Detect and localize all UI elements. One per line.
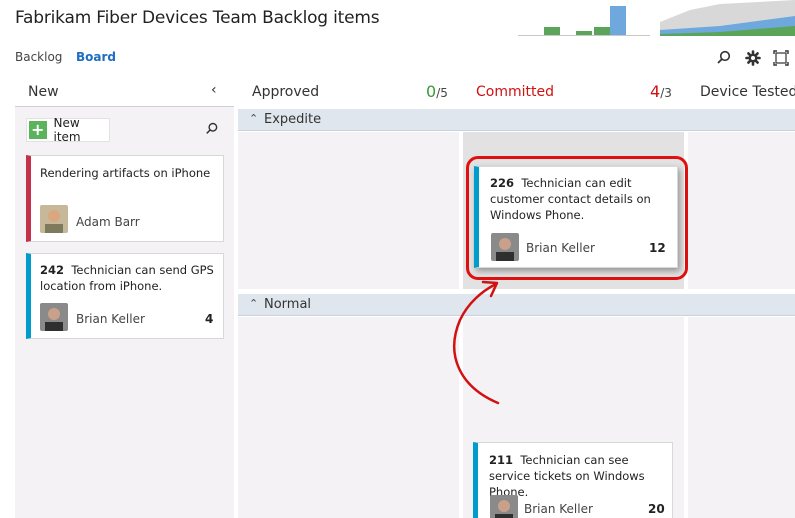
- wip-count-value: 4: [650, 82, 661, 101]
- new-item-button[interactable]: + New item: [26, 116, 110, 144]
- card-title-text: Technician can edit customer contact det…: [490, 176, 651, 222]
- work-item-card[interactable]: Rendering artifacts on iPhone Adam Barr: [26, 155, 224, 242]
- avatar: [491, 233, 519, 261]
- avatar: [490, 495, 518, 518]
- new-item-label: New item: [53, 116, 81, 144]
- velocity-bar: [610, 6, 626, 36]
- column-header-new: New: [28, 84, 59, 100]
- swimlane-label-expedite: Expedite: [264, 112, 322, 127]
- card-title: 242 Technician can send GPS location fro…: [40, 262, 220, 294]
- search-icon[interactable]: [205, 122, 219, 136]
- assignee-name: Brian Keller: [76, 312, 145, 326]
- avatar: [40, 303, 68, 331]
- cfd-mini-chart[interactable]: [660, 0, 795, 36]
- gear-icon[interactable]: [745, 50, 761, 66]
- swimlane-label-normal: Normal: [264, 297, 312, 312]
- tab-board[interactable]: Board: [76, 50, 116, 64]
- card-title: 211 Technician can see service tickets o…: [489, 452, 669, 500]
- card-id: 211: [489, 453, 514, 467]
- wip-limit: /3: [660, 86, 672, 100]
- chevron-left-icon[interactable]: ‹: [211, 82, 217, 98]
- card-id: 226: [490, 176, 515, 190]
- swimlane-header-normal[interactable]: [238, 294, 795, 316]
- velocity-mini-chart[interactable]: [518, 0, 650, 36]
- tab-backlog[interactable]: Backlog: [15, 50, 62, 64]
- wip-count-committed: 4/3: [650, 82, 672, 101]
- assignee-name: Brian Keller: [526, 241, 595, 255]
- plus-icon: +: [29, 121, 47, 139]
- wip-limit: /5: [436, 86, 448, 100]
- work-item-card[interactable]: 242 Technician can send GPS location fro…: [26, 253, 224, 339]
- column-header-approved: Approved: [252, 84, 320, 100]
- work-item-card[interactable]: 211 Technician can see service tickets o…: [473, 442, 673, 518]
- page-title: Fabrikam Fiber Devices Team Backlog item…: [15, 8, 380, 28]
- chevron-up-icon[interactable]: ⌃: [249, 112, 258, 125]
- column-header-device-tested: Device Tested: [700, 84, 795, 100]
- card-id: 242: [40, 263, 65, 277]
- velocity-baseline: [518, 35, 650, 36]
- assignee-name: Adam Barr: [76, 215, 140, 229]
- effort-value: 12: [649, 241, 666, 255]
- work-item-card[interactable]: 226 Technician can edit customer contact…: [474, 166, 678, 268]
- effort-value: 20: [648, 502, 665, 516]
- wip-count-approved: 0/5: [426, 82, 448, 101]
- chevron-up-icon[interactable]: ⌃: [249, 297, 258, 310]
- fullscreen-icon[interactable]: [773, 50, 789, 66]
- annotation-arrow: [453, 280, 500, 405]
- wip-count-value: 0: [426, 82, 437, 101]
- swimlane-header-expedite[interactable]: [238, 109, 795, 131]
- card-title-text: Technician can see service tickets on Wi…: [489, 453, 645, 499]
- card-title: Rendering artifacts on iPhone: [40, 166, 211, 180]
- column-header-committed: Committed: [476, 84, 554, 100]
- effort-value: 4: [205, 312, 214, 326]
- avatar: [40, 205, 68, 233]
- assignee-name: Brian Keller: [524, 502, 593, 516]
- search-icon[interactable]: [716, 50, 732, 66]
- card-title: 226 Technician can edit customer contact…: [490, 175, 665, 223]
- card-title-text: Technician can send GPS location from iP…: [40, 263, 214, 293]
